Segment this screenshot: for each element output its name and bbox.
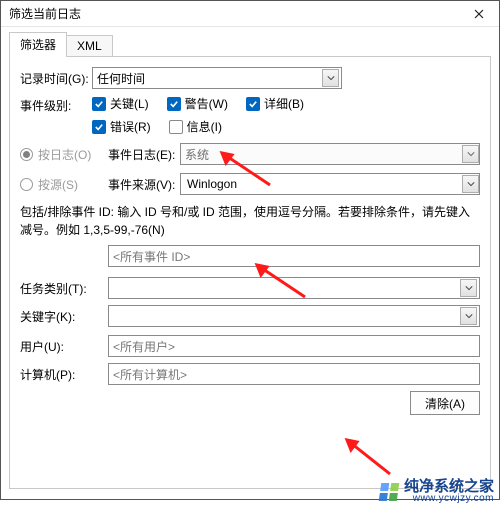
filter-dialog: 筛选当前日志 筛选器 XML 记录时间(G): 任何时间 — [0, 0, 500, 500]
event-source-label: 事件来源(V): — [108, 176, 180, 193]
row-computer: 计算机(P): <所有计算机> — [20, 363, 480, 385]
row-user: 用户(U): <所有用户> — [20, 335, 480, 357]
row-by-log: 按日志(O) 事件日志(E): 系统 — [20, 143, 480, 165]
close-button[interactable] — [465, 4, 493, 24]
watermark-url: www.ycwjzy.com — [413, 494, 494, 504]
level-info-checkbox[interactable]: 信息(I) — [169, 118, 222, 135]
user-placeholder: <所有用户> — [113, 338, 477, 355]
watermark: 纯净系统之家 www.ycwjzy.com — [380, 479, 494, 504]
by-log-label: 按日志(O) — [38, 146, 91, 163]
check-icon — [246, 97, 260, 111]
row-event-level: 事件级别: 关键(L) 警告(W) 详细(B) — [20, 97, 480, 135]
task-category-combo[interactable] — [108, 277, 480, 299]
tab-panel-filter: 记录时间(G): 任何时间 事件级别: 关键 — [9, 57, 491, 489]
event-source-input[interactable] — [185, 176, 245, 192]
event-log-combo[interactable]: 系统 — [180, 143, 480, 165]
chevron-down-icon — [462, 145, 479, 163]
event-log-label: 事件日志(E): — [108, 146, 180, 163]
level-info-label: 信息(I) — [187, 118, 222, 135]
keywords-label: 关键字(K): — [20, 308, 108, 325]
window-title: 筛选当前日志 — [9, 5, 81, 22]
event-log-value: 系统 — [185, 146, 462, 163]
row-task-category: 任务类别(T): — [20, 277, 480, 299]
level-error-label: 错误(R) — [110, 118, 151, 135]
level-warning-checkbox[interactable]: 警告(W) — [167, 95, 228, 112]
logo-icon — [379, 483, 400, 501]
computer-label: 计算机(P): — [20, 366, 108, 383]
level-verbose-checkbox[interactable]: 详细(B) — [246, 95, 304, 112]
chevron-down-icon — [462, 175, 479, 193]
user-label: 用户(U): — [20, 338, 108, 355]
chevron-down-icon — [322, 69, 339, 87]
level-error-checkbox[interactable]: 错误(R) — [92, 118, 151, 135]
computer-input[interactable]: <所有计算机> — [108, 363, 480, 385]
arrow-annotation-icon — [335, 432, 405, 485]
row-by-source: 按源(S) 事件来源(V): — [20, 173, 480, 195]
event-source-combo[interactable] — [180, 173, 480, 195]
by-log-radio[interactable]: 按日志(O) — [20, 146, 108, 163]
tab-filter[interactable]: 筛选器 — [9, 32, 67, 57]
check-icon — [92, 97, 106, 111]
logged-time-label: 记录时间(G): — [20, 70, 92, 87]
level-verbose-label: 详细(B) — [264, 95, 304, 112]
by-source-label: 按源(S) — [38, 176, 78, 193]
level-critical-checkbox[interactable]: 关键(L) — [92, 95, 149, 112]
level-warning-label: 警告(W) — [185, 95, 228, 112]
client-area: 筛选器 XML 记录时间(G): 任何时间 事件级别: — [1, 27, 499, 497]
row-buttons: 清除(A) — [20, 391, 480, 415]
user-input[interactable]: <所有用户> — [108, 335, 480, 357]
event-id-input[interactable]: <所有事件 ID> — [108, 245, 480, 267]
row-logged-time: 记录时间(G): 任何时间 — [20, 67, 480, 89]
radio-icon — [20, 148, 33, 161]
clear-button[interactable]: 清除(A) — [410, 391, 480, 415]
check-icon — [169, 120, 183, 134]
watermark-brand: 纯净系统之家 — [404, 479, 494, 494]
event-id-explain: 包括/排除事件 ID: 输入 ID 号和/或 ID 范围，使用逗号分隔。若要排除… — [20, 203, 480, 239]
tab-xml[interactable]: XML — [66, 35, 113, 56]
event-level-label: 事件级别: — [20, 97, 92, 114]
titlebar: 筛选当前日志 — [1, 1, 499, 27]
check-icon — [92, 120, 106, 134]
logged-time-combo[interactable]: 任何时间 — [92, 67, 342, 89]
row-event-id: <所有事件 ID> — [108, 245, 480, 267]
tab-strip: 筛选器 XML — [9, 35, 491, 57]
logged-time-value: 任何时间 — [97, 70, 322, 87]
radio-icon — [20, 178, 33, 191]
computer-placeholder: <所有计算机> — [113, 366, 477, 383]
keywords-combo[interactable] — [108, 305, 480, 327]
event-id-placeholder: <所有事件 ID> — [113, 248, 477, 265]
task-category-label: 任务类别(T): — [20, 280, 108, 297]
row-keywords: 关键字(K): — [20, 305, 480, 327]
chevron-down-icon — [460, 279, 477, 297]
by-source-radio[interactable]: 按源(S) — [20, 176, 108, 193]
chevron-down-icon — [460, 307, 477, 325]
level-critical-label: 关键(L) — [110, 95, 149, 112]
check-icon — [167, 97, 181, 111]
